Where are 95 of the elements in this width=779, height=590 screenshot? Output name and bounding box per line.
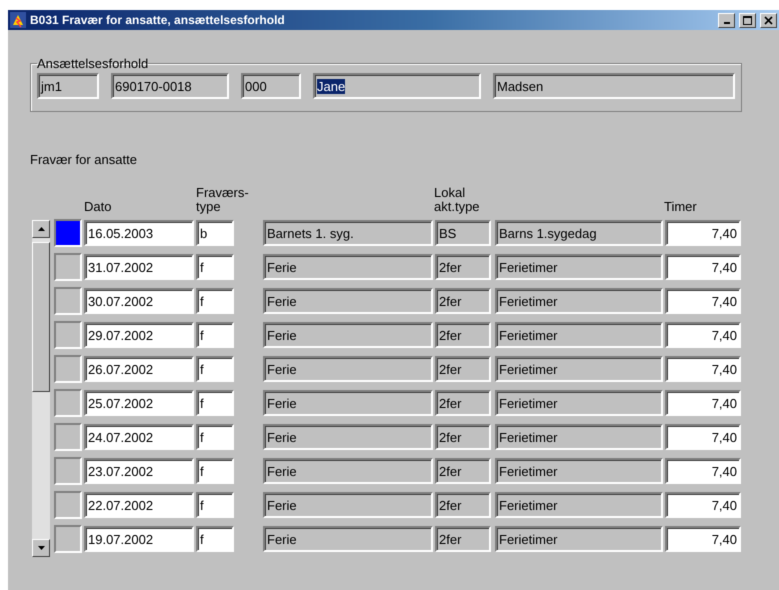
column-header: Lokal akt.type	[434, 186, 481, 214]
row-selector[interactable]	[54, 457, 82, 485]
type-field[interactable]: f	[196, 492, 234, 518]
row-selector[interactable]	[54, 423, 82, 451]
type-field[interactable]: b	[196, 220, 234, 246]
scroll-up-button[interactable]	[32, 220, 50, 238]
local-type-field: 2fer	[435, 288, 491, 314]
date-field[interactable]: 25.07.2002	[84, 390, 194, 416]
hours-field[interactable]: 7,40	[665, 322, 741, 348]
local-name-field: Ferietimer	[495, 254, 663, 280]
input-field[interactable]: 000	[241, 73, 301, 99]
row-selector[interactable]	[54, 525, 82, 553]
window-title: B031 Fravær for ansatte, ansættelsesforhold	[30, 13, 286, 27]
local-type-field: 2fer	[435, 254, 491, 280]
date-field[interactable]: 30.07.2002	[84, 288, 194, 314]
date-field[interactable]: 16.05.2003	[84, 220, 194, 246]
local-name-field: Ferietimer	[495, 526, 663, 552]
row-selector[interactable]	[54, 253, 82, 281]
row-selector[interactable]	[54, 287, 82, 315]
type-name-field: Ferie	[263, 492, 433, 518]
date-field[interactable]: 19.07.2002	[84, 526, 194, 552]
minimize-button[interactable]	[718, 12, 735, 28]
section-title: Fravær for ansatte	[30, 152, 138, 168]
row-selector[interactable]	[54, 491, 82, 519]
column-header: Dato	[84, 200, 112, 214]
local-name-field: Ferietimer	[495, 288, 663, 314]
date-field[interactable]: 29.07.2002	[84, 322, 194, 348]
scroll-thumb[interactable]	[32, 242, 50, 392]
local-name-field: Barns 1.sygedag	[495, 220, 663, 246]
local-type-field: 2fer	[435, 458, 491, 484]
hours-field[interactable]: 7,40	[665, 254, 741, 280]
input-field[interactable]: Jane	[313, 73, 481, 99]
type-name-field: Ferie	[263, 458, 433, 484]
type-field[interactable]: f	[196, 458, 234, 484]
type-name-field: Ferie	[263, 254, 433, 280]
input-field[interactable]: jm1	[37, 73, 99, 99]
local-name-field: Ferietimer	[495, 390, 663, 416]
type-name-field: Ferie	[263, 390, 433, 416]
column-header: Timer	[664, 200, 698, 214]
app-icon	[10, 12, 26, 28]
local-type-field: 2fer	[435, 356, 491, 382]
input-field[interactable]: Madsen	[493, 73, 735, 99]
minimize-icon	[724, 22, 730, 24]
close-icon	[764, 16, 773, 24]
type-name-field: Barnets 1. syg.	[263, 220, 433, 246]
date-field[interactable]: 24.07.2002	[84, 424, 194, 450]
type-name-field: Ferie	[263, 288, 433, 314]
type-field[interactable]: f	[196, 356, 234, 382]
up-arrow-icon	[38, 227, 44, 231]
column-header: Fraværs- type	[196, 186, 250, 214]
row-selector[interactable]	[54, 389, 82, 417]
hours-field[interactable]: 7,40	[665, 492, 741, 518]
local-type-field: 2fer	[435, 492, 491, 518]
local-type-field: 2fer	[435, 526, 491, 552]
hours-field[interactable]: 7,40	[665, 390, 741, 416]
local-name-field: Ferietimer	[495, 458, 663, 484]
hours-field[interactable]: 7,40	[665, 458, 741, 484]
maximize-icon	[743, 16, 752, 24]
row-selector[interactable]	[54, 321, 82, 349]
type-field[interactable]: f	[196, 322, 234, 348]
type-field[interactable]: f	[196, 424, 234, 450]
type-name-field: Ferie	[263, 356, 433, 382]
scrollbar[interactable]	[32, 220, 50, 557]
local-name-field: Ferietimer	[495, 492, 663, 518]
type-name-field: Ferie	[263, 424, 433, 450]
row-selector[interactable]	[54, 219, 82, 247]
type-field[interactable]: f	[196, 526, 234, 552]
close-button[interactable]	[760, 12, 777, 28]
local-type-field: 2fer	[435, 322, 491, 348]
local-name-field: Ferietimer	[495, 322, 663, 348]
maximize-button[interactable]	[739, 12, 756, 28]
type-field[interactable]: f	[196, 390, 234, 416]
type-field[interactable]: f	[196, 288, 234, 314]
hours-field[interactable]: 7,40	[665, 424, 741, 450]
down-arrow-icon	[38, 546, 44, 550]
type-name-field: Ferie	[263, 526, 433, 552]
local-type-field: 2fer	[435, 390, 491, 416]
hours-field[interactable]: 7,40	[665, 356, 741, 382]
local-type-field: BS	[435, 220, 491, 246]
date-field[interactable]: 23.07.2002	[84, 458, 194, 484]
local-name-field: Ferietimer	[495, 424, 663, 450]
group-legend: Ansættelsesforhold	[37, 56, 148, 71]
date-field[interactable]: 26.07.2002	[84, 356, 194, 382]
date-field[interactable]: 22.07.2002	[84, 492, 194, 518]
hours-field[interactable]: 7,40	[665, 220, 741, 246]
scroll-down-button[interactable]	[32, 539, 50, 557]
input-field[interactable]: 690170-0018	[111, 73, 229, 99]
row-selector[interactable]	[54, 355, 82, 383]
type-field[interactable]: f	[196, 254, 234, 280]
type-name-field: Ferie	[263, 322, 433, 348]
hours-field[interactable]: 7,40	[665, 526, 741, 552]
date-field[interactable]: 31.07.2002	[84, 254, 194, 280]
local-name-field: Ferietimer	[495, 356, 663, 382]
local-type-field: 2fer	[435, 424, 491, 450]
hours-field[interactable]: 7,40	[665, 288, 741, 314]
